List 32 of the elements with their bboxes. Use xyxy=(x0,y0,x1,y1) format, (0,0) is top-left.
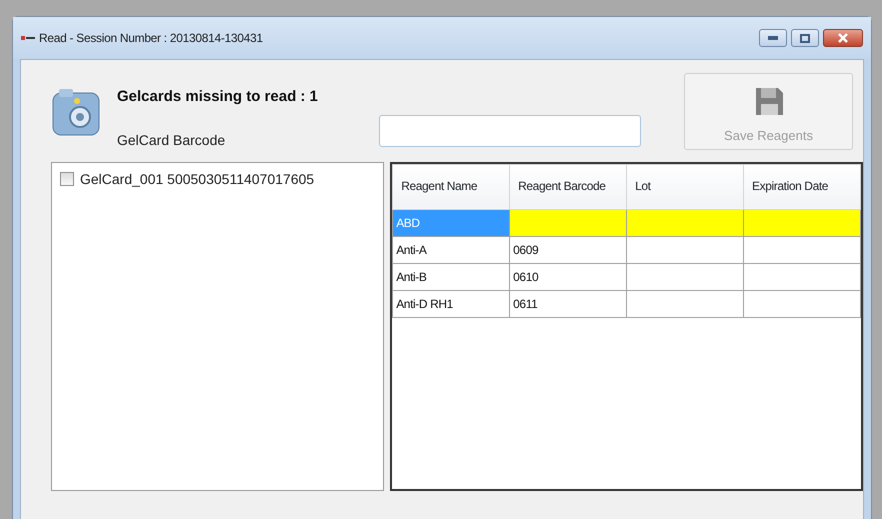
column-header[interactable]: Lot xyxy=(626,164,744,209)
table-cell[interactable] xyxy=(744,290,860,317)
table-cell[interactable] xyxy=(510,209,627,236)
table-cell[interactable] xyxy=(626,290,744,317)
maximize-button[interactable] xyxy=(791,29,819,47)
table-cell[interactable]: 0609 xyxy=(510,236,627,263)
table-cell[interactable] xyxy=(744,209,860,236)
minimize-button[interactable] xyxy=(759,29,787,47)
table-cell[interactable] xyxy=(744,263,860,290)
table-cell[interactable] xyxy=(744,236,860,263)
app-icon xyxy=(21,34,35,42)
column-header[interactable]: Expiration Date xyxy=(744,164,860,209)
maximize-icon xyxy=(800,34,810,42)
close-button[interactable] xyxy=(823,29,863,47)
table-cell[interactable]: Anti-D RH1 xyxy=(392,290,510,317)
table-cell[interactable] xyxy=(626,209,744,236)
table-cell[interactable] xyxy=(626,236,744,263)
missing-count-heading: Gelcards missing to read : 1 xyxy=(117,87,319,107)
barcode-label: GelCard Barcode xyxy=(117,130,226,150)
column-header[interactable]: Reagent Barcode xyxy=(510,164,627,209)
gelcard-item[interactable]: GelCard_001 5005030511407017605 xyxy=(80,168,314,190)
table-cell[interactable]: 0610 xyxy=(510,263,627,290)
column-header[interactable]: Reagent Name xyxy=(392,164,510,209)
window-title: Read - Session Number : 20130814-130431 xyxy=(39,30,263,47)
checkbox[interactable] xyxy=(60,172,74,186)
table-cell[interactable] xyxy=(626,263,744,290)
table-cell[interactable]: Anti-A xyxy=(392,236,510,263)
close-icon xyxy=(837,33,849,43)
table-cell[interactable]: Anti-B xyxy=(392,263,510,290)
table-cell[interactable]: 0611 xyxy=(510,290,627,317)
minimize-icon xyxy=(768,36,778,40)
barcode-field[interactable] xyxy=(379,115,641,147)
